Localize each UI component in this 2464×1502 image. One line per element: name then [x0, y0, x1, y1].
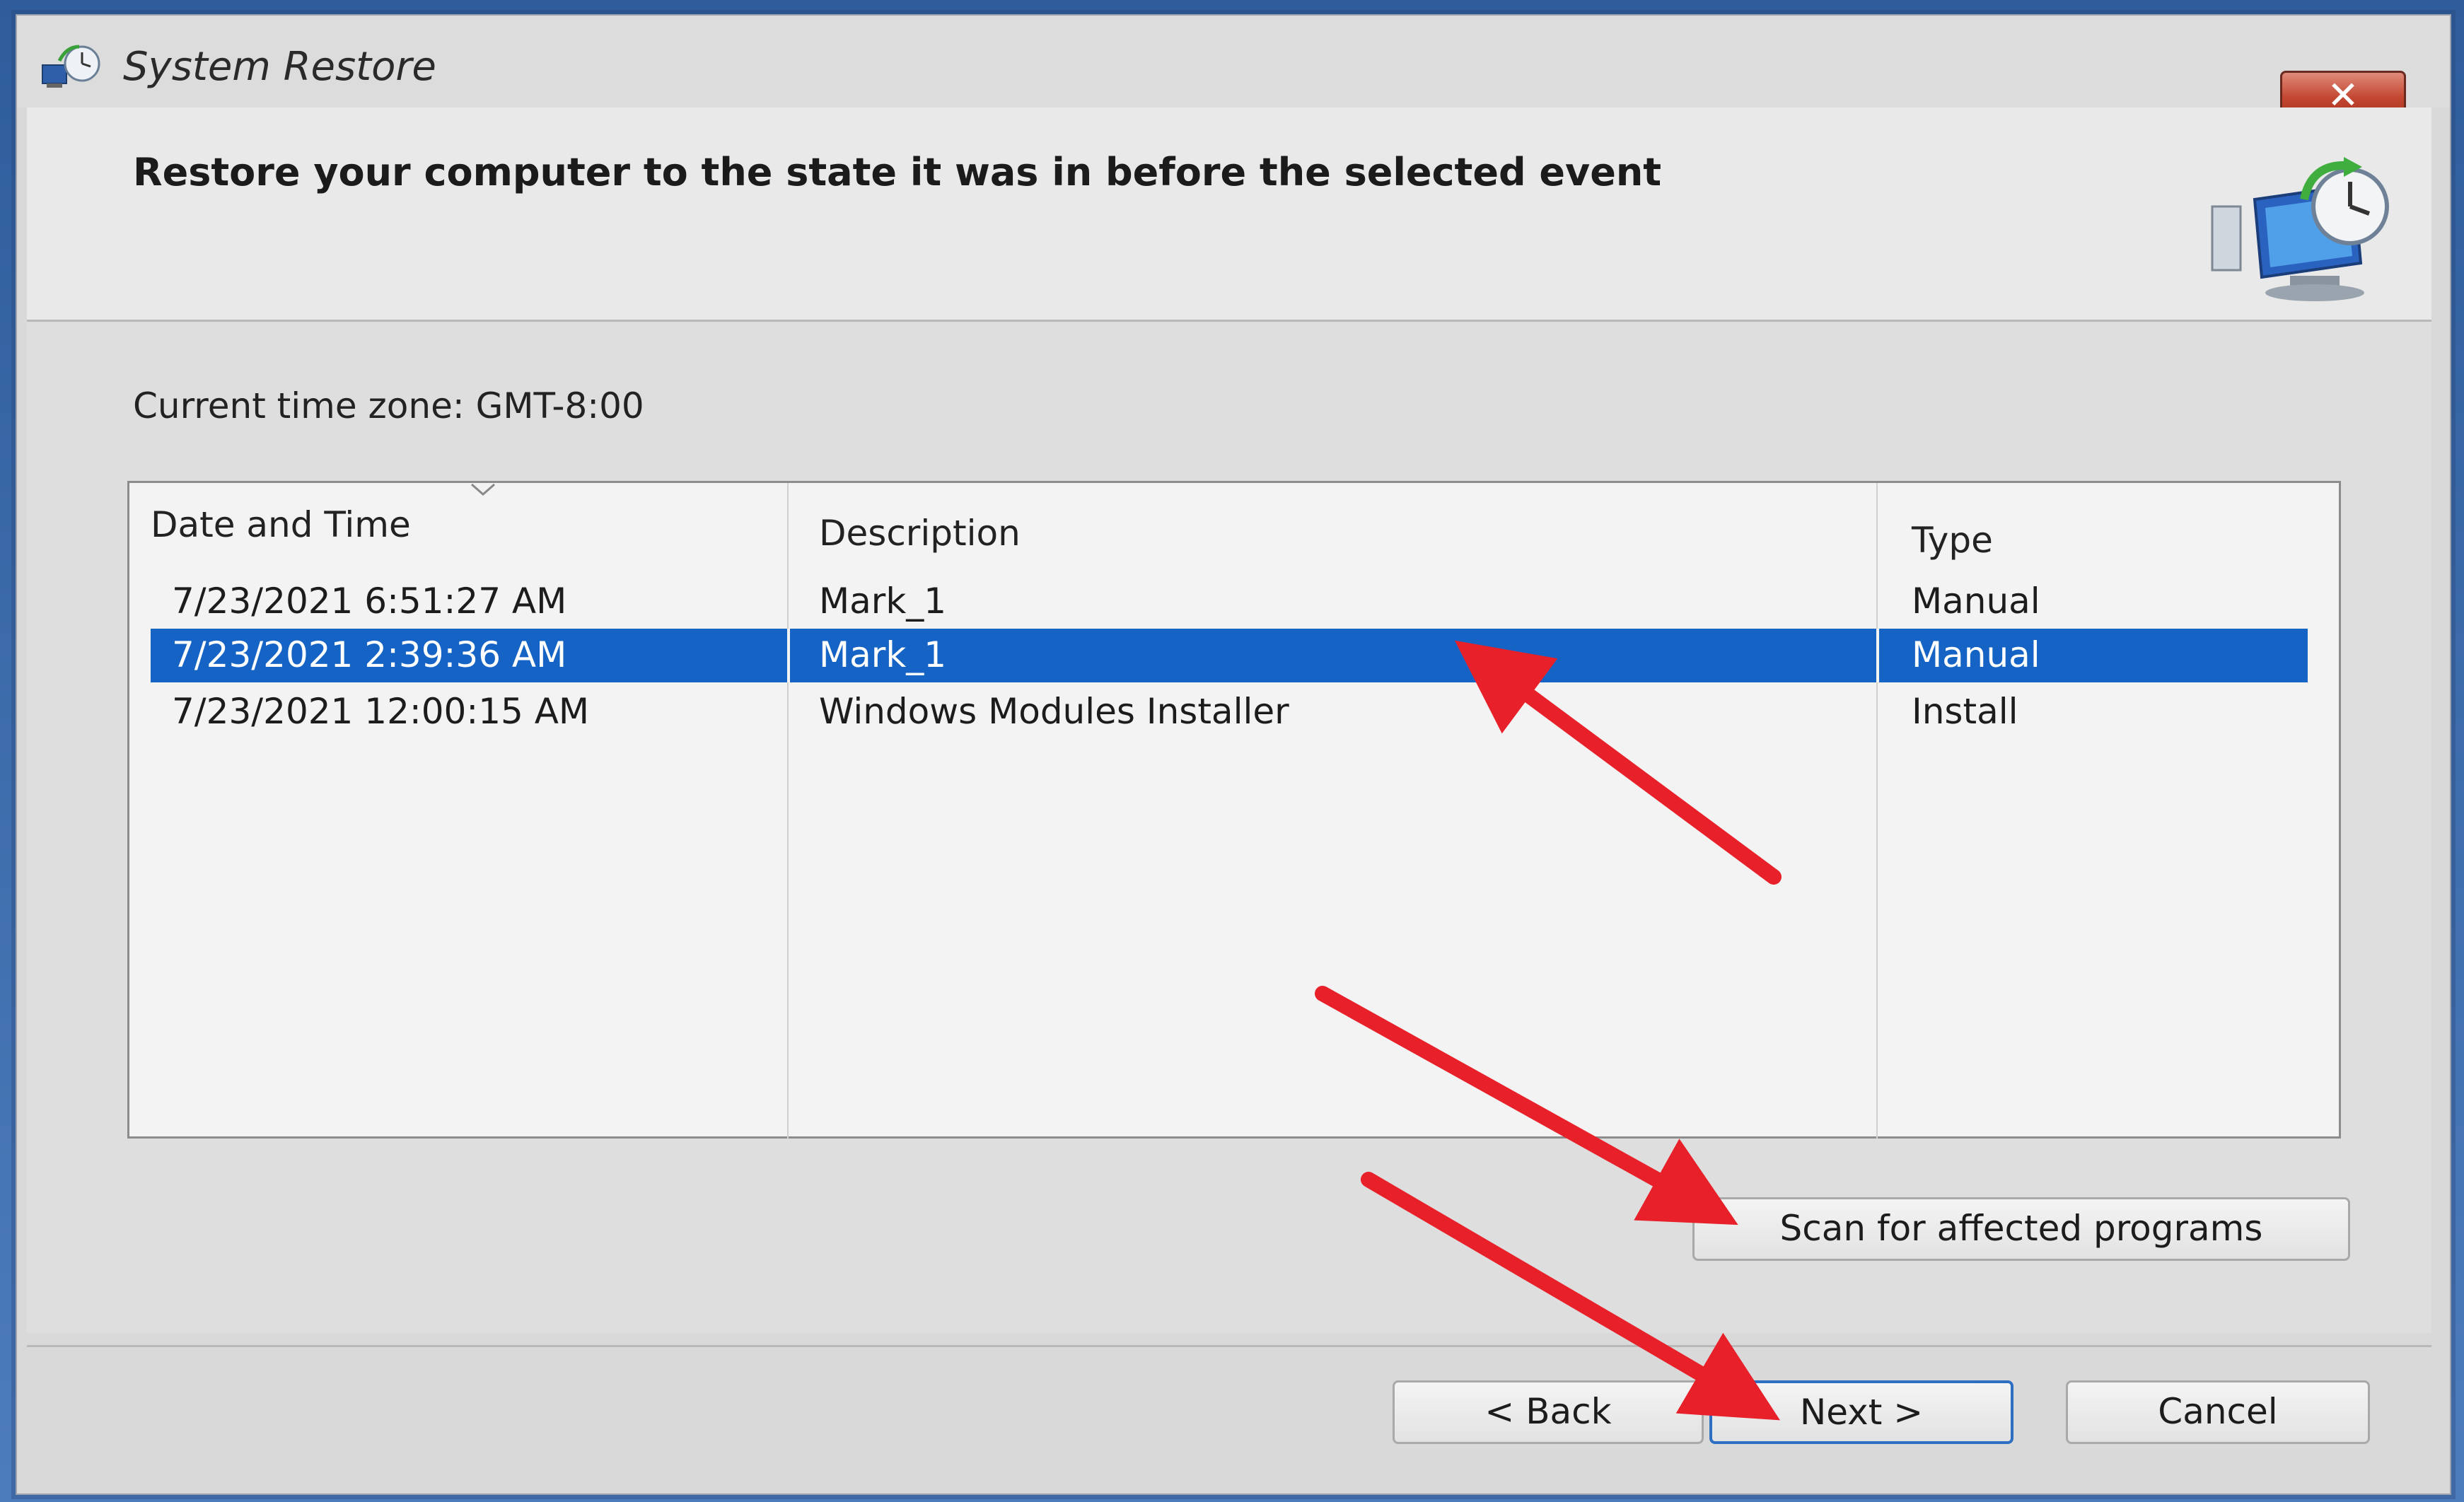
window-title: System Restore — [123, 44, 436, 90]
restore-point-date: 7/23/2021 6:51:27 AM — [172, 581, 567, 622]
back-button[interactable]: < Back — [1393, 1380, 1704, 1444]
list-item[interactable]: 7/23/2021 12:00:15 AM Windows Modules In… — [151, 685, 2308, 739]
wizard-header: Restore your computer to the state it wa… — [27, 107, 2431, 322]
footer-divider — [27, 1345, 2431, 1347]
restore-point-description: Mark_1 — [819, 634, 947, 675]
system-restore-window: System Restore ✕ Restore your computer t… — [16, 14, 2451, 1495]
column-header-type-label: Type — [1912, 520, 1993, 561]
cancel-button[interactable]: Cancel — [2066, 1380, 2370, 1444]
wizard-content: Current time zone: GMT-8:00 Date and Tim… — [27, 322, 2431, 1333]
restore-point-type: Manual — [1912, 581, 2040, 622]
restore-points-list[interactable]: Date and Time Description Type 7/23/2021… — [127, 481, 2341, 1139]
restore-computer-clock-icon — [2211, 157, 2389, 301]
column-divider — [787, 629, 790, 682]
page-heading: Restore your computer to the state it wa… — [133, 150, 1662, 194]
restore-point-date: 7/23/2021 2:39:36 AM — [172, 634, 567, 675]
column-divider — [1876, 629, 1879, 682]
scan-affected-programs-button[interactable]: Scan for affected programs — [1692, 1197, 2350, 1261]
next-button[interactable]: Next > — [1709, 1380, 2013, 1444]
system-restore-icon — [42, 45, 100, 88]
restore-point-type: Install — [1912, 691, 2018, 732]
list-item[interactable]: 7/23/2021 6:51:27 AM Mark_1 Manual — [151, 575, 2308, 629]
column-header-description-label: Description — [819, 513, 1021, 554]
restore-point-type: Manual — [1912, 634, 2040, 675]
restore-point-date: 7/23/2021 12:00:15 AM — [172, 691, 590, 732]
restore-point-description: Windows Modules Installer — [819, 691, 1289, 732]
list-item-selected[interactable]: 7/23/2021 2:39:36 AM Mark_1 Manual — [151, 629, 2308, 682]
column-header-date[interactable]: Date and Time — [129, 483, 787, 582]
column-header-type[interactable]: Type — [1890, 483, 2329, 582]
column-header-date-label: Date and Time — [151, 504, 411, 545]
sort-descending-icon — [471, 483, 495, 496]
restore-point-description: Mark_1 — [819, 581, 947, 622]
column-header-description[interactable]: Description — [798, 483, 1894, 582]
title-bar: System Restore ✕ — [17, 16, 2450, 122]
timezone-label: Current time zone: GMT-8:00 — [133, 385, 644, 426]
